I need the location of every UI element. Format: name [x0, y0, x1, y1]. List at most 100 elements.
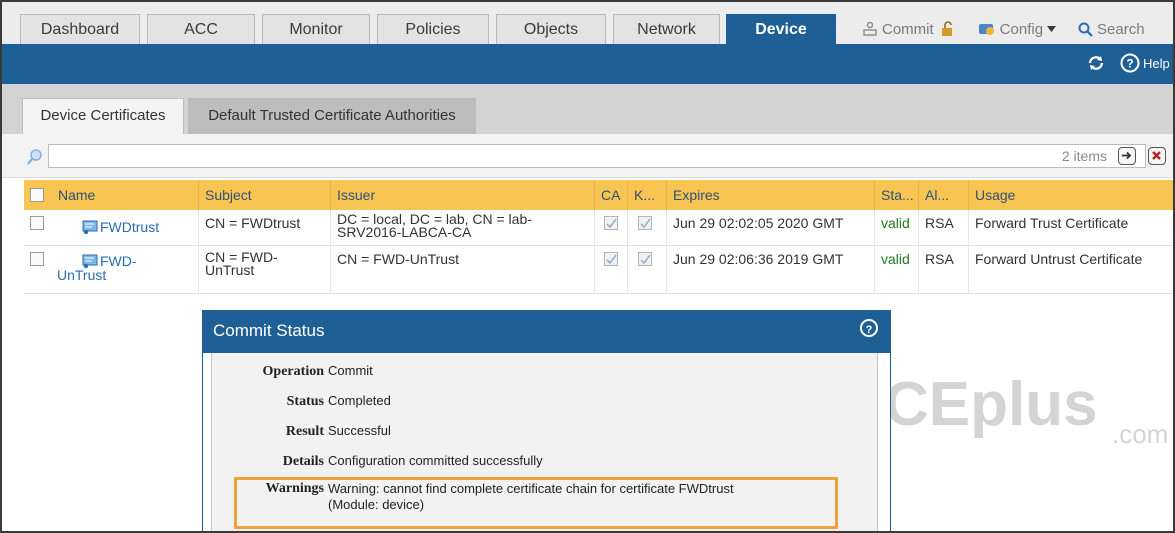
certificate-icon [82, 220, 98, 235]
ca-cell [594, 210, 627, 245]
usage-cell: Forward Trust Certificate [968, 210, 1173, 245]
svg-text:?: ? [866, 324, 873, 336]
warnings-value: Warning: cannot find complete certificat… [328, 481, 734, 513]
status-cell: valid [874, 210, 918, 245]
tab-dashboard[interactable]: Dashboard [20, 14, 140, 44]
search-button[interactable]: Search [1078, 21, 1145, 38]
filter-input[interactable] [48, 144, 1146, 168]
result-label: Result [285, 424, 324, 439]
help-icon: ? [1120, 53, 1140, 73]
header-bar [2, 44, 1173, 84]
warnings-line: Warning: cannot find complete certificat… [328, 481, 734, 496]
operation-field: Operation Commit [212, 363, 373, 380]
warnings-field: Warnings Warning: cannot find complete ce… [212, 481, 734, 513]
search-label: Search [1097, 20, 1145, 38]
tab-network[interactable]: Network [613, 14, 720, 44]
search-icon [1078, 22, 1093, 37]
toolbar: Commit Config Search [862, 18, 1145, 40]
column-status[interactable]: Sta... [874, 180, 914, 210]
column-expires[interactable]: Expires [666, 180, 720, 210]
ca-cell [594, 246, 627, 293]
select-all-checkbox[interactable] [30, 188, 44, 202]
help-button[interactable]: ? Help [1120, 52, 1170, 74]
tab-policies[interactable]: Policies [377, 14, 489, 44]
warnings-line: (Module: device) [328, 497, 425, 512]
column-name[interactable]: Name [52, 180, 95, 210]
column-usage[interactable]: Usage [968, 180, 1015, 210]
operation-label: Operation [262, 364, 324, 379]
ca-checkbox [604, 252, 618, 266]
config-icon [978, 24, 994, 35]
expires-cell: Jun 29 02:06:36 2019 GMT [666, 246, 874, 293]
table-row[interactable]: FWDtrust CN = FWDtrust DC = local, DC = … [24, 210, 1173, 246]
items-count: 2 items [1061, 148, 1107, 164]
commit-icon [863, 21, 877, 36]
commit-button[interactable]: Commit [862, 21, 934, 38]
dialog-body: Operation Commit Status Completed Result Su… [211, 353, 878, 531]
application-window: Dashboard ACC Monitor Policies Objects N… [0, 0, 1175, 533]
result-value: Successful [328, 423, 391, 438]
column-subject[interactable]: Subject [198, 180, 252, 210]
issuer-cell: DC = local, DC = lab, CN = lab- SRV2016-… [330, 210, 594, 245]
warnings-label: Warnings [265, 481, 324, 496]
svg-text:.com: .com [1112, 419, 1168, 447]
dialog-help-icon[interactable]: ? [860, 319, 878, 337]
certificate-name[interactable]: UnTrust [57, 268, 198, 282]
table-row[interactable]: FWD- UnTrust CN = FWD- UnTrust CN = FWD-… [24, 246, 1173, 294]
certificate-name[interactable]: FWD- [57, 254, 198, 268]
column-issuer[interactable]: Issuer [330, 180, 375, 210]
chevron-down-icon [1047, 26, 1057, 32]
tab-device[interactable]: Device [726, 14, 836, 44]
details-value: Configuration committed successfully [328, 453, 543, 468]
column-key[interactable]: K... [627, 180, 655, 210]
key-checkbox [638, 252, 652, 266]
details-label: Details [282, 454, 324, 469]
status-label: Status [286, 394, 324, 409]
config-label: Config [999, 20, 1044, 38]
row-checkbox[interactable] [30, 252, 44, 266]
key-checkbox [638, 216, 652, 230]
certificate-name-cell[interactable]: FWD- UnTrust [52, 246, 198, 293]
sub-tabs: Device Certificates Default Trusted Cert… [2, 84, 1173, 134]
lock-button[interactable] [940, 21, 956, 37]
usage-cell: Forward Untrust Certificate [968, 246, 1173, 293]
clear-filter-icon[interactable] [1148, 147, 1166, 165]
config-menu[interactable]: Config [978, 20, 1057, 38]
subject-cell: CN = FWDtrust [198, 210, 330, 245]
tab-acc[interactable]: ACC [147, 14, 255, 44]
key-cell [627, 210, 666, 245]
issuer-cell: CN = FWD-UnTrust [330, 246, 594, 293]
certificate-icon [82, 254, 98, 269]
row-checkbox[interactable] [30, 216, 44, 230]
key-cell [627, 246, 666, 293]
result-field: Result Successful [212, 423, 391, 440]
subject-cell: CN = FWD- UnTrust [198, 246, 330, 293]
dialog-title: Commit Status [203, 311, 890, 353]
tab-monitor[interactable]: Monitor [262, 14, 370, 44]
add-filter-icon[interactable] [1118, 147, 1136, 165]
svg-text:CEplus: CEplus [884, 370, 1098, 439]
column-algorithm[interactable]: Al... [918, 180, 949, 210]
algorithm-cell: RSA [918, 210, 968, 245]
details-field: Details Configuration committed successfu… [212, 453, 543, 470]
status-field: Status Completed [212, 393, 391, 410]
filter-bar: 2 items [2, 134, 1173, 178]
status-cell: valid [874, 246, 918, 293]
algorithm-cell: RSA [918, 246, 968, 293]
table-header: Name Subject Issuer CA K... Expires Sta.… [24, 180, 1173, 210]
top-navigation: Dashboard ACC Monitor Policies Objects N… [2, 2, 1173, 44]
commit-label: Commit [882, 20, 934, 38]
refresh-icon[interactable] [1087, 54, 1105, 72]
magnifier-icon [27, 149, 42, 165]
certificate-name-cell[interactable]: FWDtrust [52, 210, 198, 245]
operation-value: Commit [328, 363, 373, 378]
expires-cell: Jun 29 02:02:05 2020 GMT [666, 210, 874, 245]
tab-default-trusted-cas[interactable]: Default Trusted Certificate Authorities [188, 98, 476, 134]
ca-checkbox [604, 216, 618, 230]
column-ca[interactable]: CA [594, 180, 620, 210]
commit-status-dialog: Commit Status ? Operation Commit Status Co… [202, 310, 891, 531]
issuer-line: SRV2016-LABCA-CA [337, 224, 472, 240]
tab-objects[interactable]: Objects [496, 14, 606, 44]
lock-icon [941, 21, 952, 36]
tab-device-certificates[interactable]: Device Certificates [22, 98, 184, 134]
